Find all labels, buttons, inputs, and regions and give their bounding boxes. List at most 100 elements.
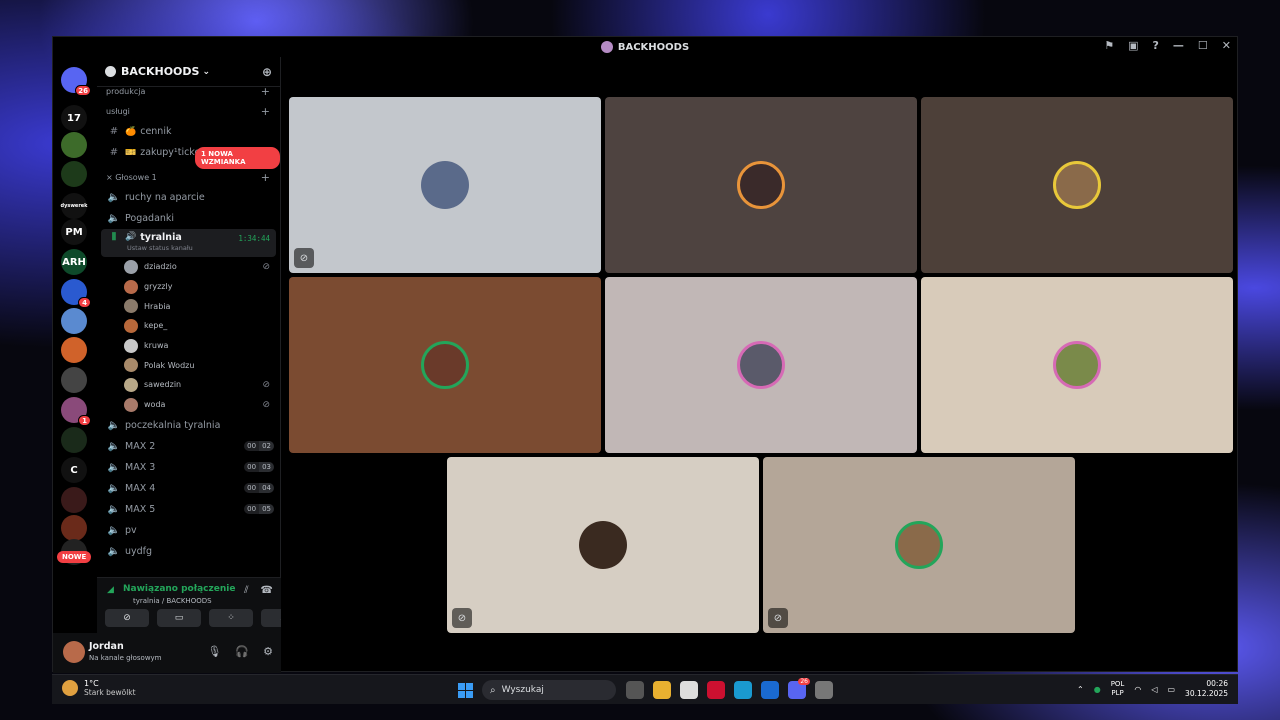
- voice-channel-1[interactable]: 🔈 Pogadanki: [97, 208, 280, 229]
- category-voice[interactable]: × Głosowe 1 +: [97, 167, 280, 187]
- server-icon-8[interactable]: [61, 308, 87, 334]
- microphone-icon[interactable]: 🎙: [207, 645, 221, 658]
- unread-badge: 26: [75, 85, 91, 96]
- voice-channel-bottom-1[interactable]: 🔈 MAX 2 00 02: [97, 436, 280, 457]
- chevron-up-icon[interactable]: ⌃: [1077, 685, 1084, 694]
- connection-location[interactable]: tyralnia / BACKHOODS: [133, 597, 212, 605]
- video-tile[interactable]: [605, 277, 917, 453]
- server-icon-11[interactable]: 1: [61, 397, 91, 426]
- video-tile[interactable]: ⊘: [289, 97, 601, 273]
- video-tile[interactable]: [289, 277, 601, 453]
- voice-channel-bottom-0[interactable]: 🔈 poczekalnia tyralnia: [97, 415, 280, 436]
- camera-off-button[interactable]: ⊘: [105, 609, 149, 627]
- activities-button[interactable]: ⁘: [209, 609, 253, 627]
- server-icon-9[interactable]: [61, 337, 87, 363]
- search-icon: ⌕: [490, 684, 496, 696]
- voice-member[interactable]: Hrabia: [97, 296, 280, 316]
- wifi-icon[interactable]: ◠: [1134, 685, 1141, 694]
- video-tile[interactable]: ⊘: [447, 457, 759, 633]
- screen-share-button[interactable]: ▭: [157, 609, 201, 627]
- store-icon[interactable]: [680, 681, 698, 699]
- weather-widget[interactable]: 1°C Stark bewölkt: [62, 679, 136, 697]
- server-icon-13[interactable]: C: [61, 457, 87, 483]
- start-icon[interactable]: [458, 683, 473, 698]
- server-icon-14[interactable]: [61, 487, 87, 513]
- video-tile[interactable]: [605, 97, 917, 273]
- headphones-icon[interactable]: 🎧: [235, 645, 249, 658]
- add-channel-icon[interactable]: +: [261, 85, 270, 98]
- server-list: 26 17 dyswerek PM ARH 4 1 C: [53, 57, 97, 577]
- discord-icon[interactable]: 26: [788, 678, 810, 699]
- chevron-down-icon: ⌄: [202, 66, 211, 77]
- clock[interactable]: 00:26 30.12.2025: [1185, 679, 1228, 699]
- maximize-button[interactable]: ☐: [1198, 39, 1208, 52]
- voice-channel-bottom-5[interactable]: 🔈 pv: [97, 520, 280, 541]
- language-indicator[interactable]: POL PLP: [1111, 680, 1125, 698]
- other-icon[interactable]: [815, 681, 833, 699]
- add-channel-icon[interactable]: +: [261, 105, 270, 118]
- explorer-icon[interactable]: [653, 681, 671, 699]
- server-icon-6[interactable]: ARH: [61, 249, 87, 275]
- noise-suppression-icon[interactable]: ⫽: [244, 585, 248, 596]
- window-title: BACKHOODS: [617, 41, 690, 53]
- channel-status-hint[interactable]: Ustaw status kanału: [127, 244, 193, 252]
- unread-badge: 4: [78, 297, 91, 308]
- new-mention-pill[interactable]: 1 NOWA WZMIANKA: [195, 147, 280, 169]
- voice-channel-bottom-2[interactable]: 🔈 MAX 3 00 03: [97, 457, 280, 478]
- voice-channel-0[interactable]: 🔈 ruchy na aparcie: [97, 187, 280, 208]
- video-tile[interactable]: [921, 277, 1233, 453]
- voice-member[interactable]: kepe_: [97, 316, 280, 336]
- voice-member[interactable]: Polak Wodzu: [97, 355, 280, 375]
- gear-icon[interactable]: ⚙: [263, 645, 273, 658]
- disconnect-icon[interactable]: ☎: [261, 585, 273, 596]
- server-icon-2[interactable]: [61, 132, 87, 158]
- edge-icon[interactable]: [734, 681, 752, 699]
- minimize-button[interactable]: —: [1173, 39, 1184, 52]
- voice-channel-bottom-3[interactable]: 🔈 MAX 4 00 04: [97, 478, 280, 499]
- server-icon-5[interactable]: PM: [61, 219, 87, 245]
- voice-member[interactable]: sawedzin ⊘: [97, 375, 280, 395]
- screen-icon[interactable]: ▣: [1128, 39, 1138, 52]
- voice-channel-tyralnia[interactable]: ⦀ 🔊 tyralnia 1:34:44 Ustaw status kanału: [101, 229, 276, 257]
- text-channel-0[interactable]: # 🍊 cennik: [97, 121, 280, 142]
- voice-member[interactable]: dziadzio ⊘: [97, 257, 280, 277]
- voice-member[interactable]: woda ⊘: [97, 395, 280, 415]
- battery-icon[interactable]: ▭: [1167, 685, 1175, 694]
- microphone-icon[interactable]: ●: [1094, 685, 1101, 694]
- taskbar-search[interactable]: ⌕ Wyszukaj: [482, 680, 616, 700]
- new-servers-pill[interactable]: NOWE: [57, 551, 92, 563]
- voice-channel-bottom-6[interactable]: 🔈 uydfg: [97, 541, 280, 562]
- server-icon-15[interactable]: [61, 515, 87, 541]
- user-limit: 03: [259, 462, 274, 472]
- server-icon-1[interactable]: 17: [61, 105, 87, 131]
- server-icon-4[interactable]: dyswerek: [61, 193, 88, 219]
- server-icon-0[interactable]: 26: [61, 67, 91, 96]
- user-name[interactable]: Jordan: [89, 641, 124, 652]
- inbox-icon[interactable]: ⚑: [1104, 39, 1114, 52]
- category-produkcja[interactable]: produkcja +: [97, 81, 280, 101]
- server-icon-7[interactable]: 4: [61, 279, 91, 308]
- task-view-icon[interactable]: [626, 681, 644, 699]
- avatar[interactable]: [63, 641, 85, 663]
- weather-description: Stark bewölkt: [84, 688, 136, 697]
- add-channel-icon[interactable]: +: [261, 171, 270, 184]
- opera-icon[interactable]: [707, 681, 725, 699]
- outlook-icon[interactable]: [761, 681, 779, 699]
- avatar: [737, 341, 785, 389]
- voice-member[interactable]: gryzzly: [97, 277, 280, 297]
- video-tile[interactable]: [921, 97, 1233, 273]
- member-name: gryzzly: [144, 282, 173, 292]
- close-button[interactable]: ✕: [1222, 39, 1231, 52]
- invite-icon[interactable]: ⊕: [262, 65, 272, 79]
- server-name: BACKHOODS: [121, 65, 200, 78]
- category-uslugi[interactable]: usługi +: [97, 101, 280, 121]
- signal-icon[interactable]: ◢: [107, 585, 114, 595]
- volume-icon[interactable]: ◁: [1151, 685, 1157, 694]
- server-icon-3[interactable]: [61, 161, 87, 187]
- server-icon-12[interactable]: [61, 427, 87, 453]
- video-tile[interactable]: ⊘: [763, 457, 1075, 633]
- server-icon-10[interactable]: [61, 367, 87, 393]
- help-icon[interactable]: ?: [1153, 39, 1159, 52]
- voice-channel-bottom-4[interactable]: 🔈 MAX 5 00 05: [97, 499, 280, 520]
- voice-member[interactable]: kruwa: [97, 336, 280, 356]
